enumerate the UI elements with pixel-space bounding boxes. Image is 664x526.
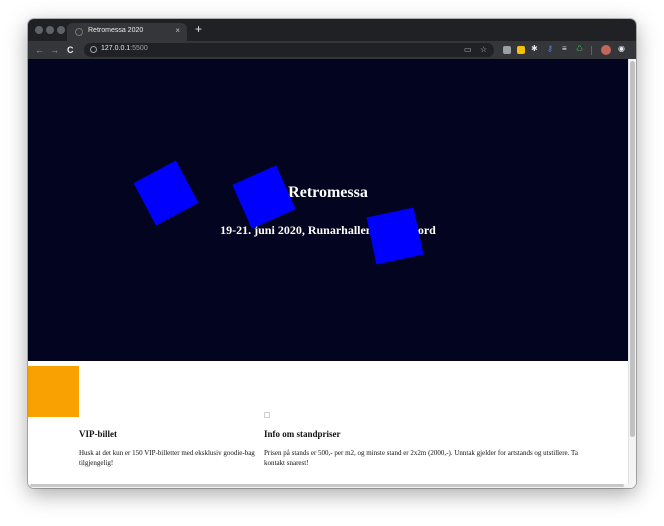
reload-icon[interactable]: C [67,43,74,57]
tab-bar: Retromessa 2020 × + [28,19,636,41]
address-bar[interactable]: 127.0.0.1:5500 ▭ ☆ [84,43,494,57]
url-text[interactable]: 127.0.0.1:5500 [101,45,148,52]
cast-icon[interactable]: ▭ [464,45,472,55]
hero-section: Retromessa 19-21. juni 2020, Runarhallen… [28,59,628,361]
page-title: Retromessa [288,184,368,201]
menu-icon[interactable]: ◉ [618,44,625,54]
blue-square-3 [366,207,424,265]
recycle-icon[interactable]: ♺ [576,44,583,54]
new-tab-button[interactable]: + [195,23,202,35]
card-text: Husk at det kun er 150 VIP-billetter med… [79,449,255,467]
list-icon[interactable]: ≡ [562,44,567,54]
tab-title: Retromessa 2020 [88,27,144,34]
gear-icon[interactable]: ✱ [531,44,538,54]
forward-icon[interactable]: → [50,43,59,57]
orange-square [28,366,79,417]
key-icon[interactable]: ⚷ [547,44,553,54]
page-viewport: Retromessa 19-21. juni 2020, Runarhallen… [28,59,628,484]
broken-image-icon [264,412,270,418]
back-icon[interactable]: ← [35,43,44,57]
card-text: Prisen på stands er 500,- per m2, og min… [264,449,578,467]
blue-square-2 [232,165,296,229]
close-window-button[interactable] [35,26,43,34]
shield-icon[interactable] [503,46,511,54]
bookmark-star-icon[interactable]: ☆ [480,45,487,55]
vertical-scrollbar[interactable] [628,59,636,484]
note-icon[interactable] [517,46,525,54]
toolbar: ← → C 127.0.0.1:5500 ▭ ☆ ✱ ⚷ ≡ ♺ ◉ [28,41,636,59]
tab-retromessa[interactable]: Retromessa 2020 × [67,23,187,41]
card-title: VIP-billet [79,429,117,439]
avatar[interactable] [601,45,611,55]
horizontal-scrollbar[interactable] [28,484,636,488]
event-date-location: 19-21. juni 2020, Runarhallen, Sandefjor… [220,223,436,237]
info-icon[interactable] [90,46,97,53]
globe-icon [75,28,83,36]
blue-square-1 [133,160,199,226]
zoom-window-button[interactable] [57,26,65,34]
vertical-scroll-thumb[interactable] [630,61,635,437]
close-tab-icon[interactable]: × [175,26,180,36]
toolbar-divider [591,46,592,55]
browser-window: Retromessa 2020 × + ← → C 127.0.0.1:5500… [28,19,636,488]
minimize-window-button[interactable] [46,26,54,34]
card-title: Info om standpriser [264,429,341,439]
horizontal-scroll-thumb[interactable] [30,484,624,487]
